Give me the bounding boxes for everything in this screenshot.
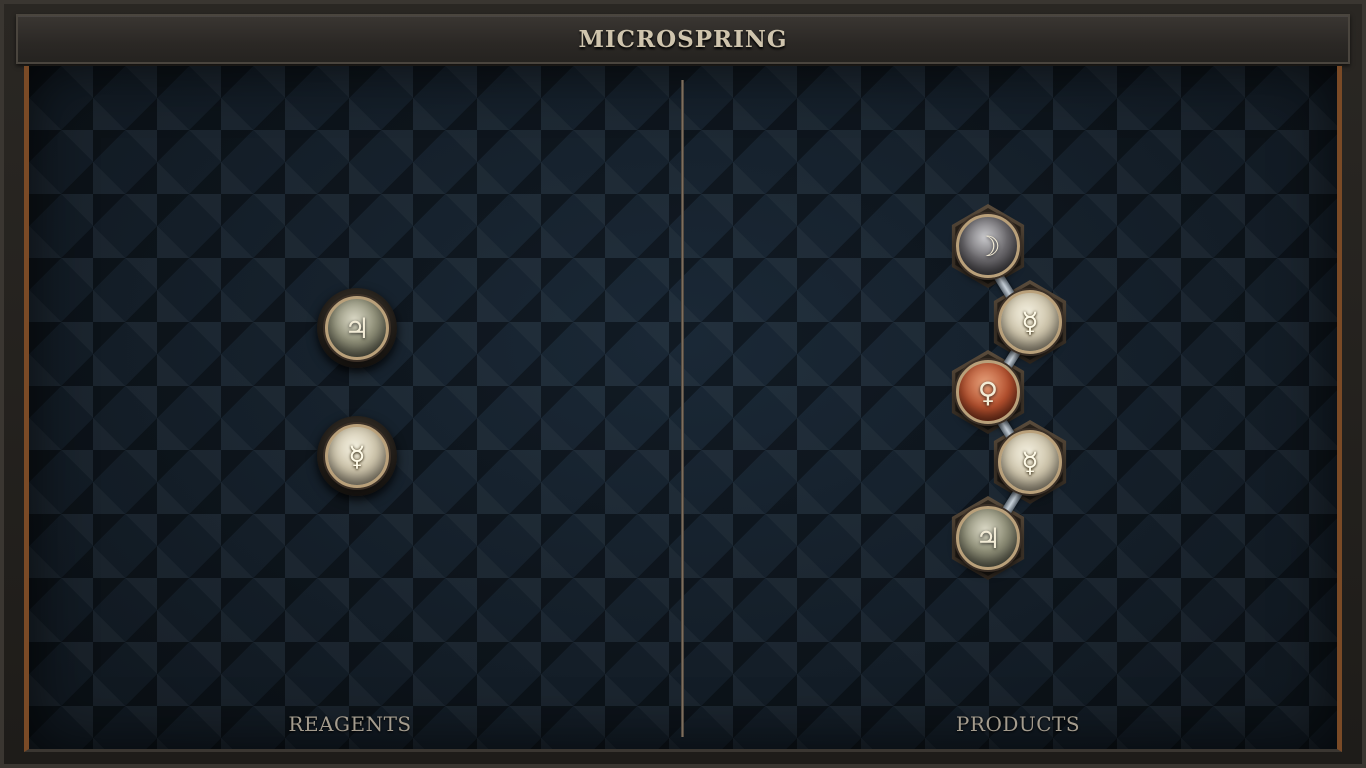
panel-divider — [681, 80, 684, 737]
product-atom-quicksilver[interactable]: ☿ — [998, 430, 1062, 494]
tin-icon: ♃ — [975, 521, 1001, 555]
tin-icon: ♃ — [344, 311, 370, 345]
puzzle-title: MICROSPRING — [578, 26, 788, 53]
quicksilver-icon: ☿ — [1021, 305, 1039, 339]
quicksilver-icon: ☿ — [348, 439, 366, 473]
product-atom-silver[interactable]: ☽ — [956, 214, 1020, 278]
reagent-atom-tin[interactable]: ♃ — [325, 296, 389, 360]
reagents-label: REAGENTS — [288, 712, 412, 736]
reagent-atom-quicksilver[interactable]: ☿ — [325, 424, 389, 488]
title-bar: MICROSPRING — [16, 14, 1350, 64]
quicksilver-icon: ☿ — [1021, 445, 1039, 479]
silver-icon: ☽ — [975, 229, 1001, 263]
copper-icon: ♀ — [977, 375, 999, 409]
products-label: PRODUCTS — [955, 712, 1081, 736]
product-atom-tin[interactable]: ♃ — [956, 506, 1020, 570]
product-atom-copper[interactable]: ♀ — [956, 360, 1020, 424]
product-atom-quicksilver[interactable]: ☿ — [998, 290, 1062, 354]
